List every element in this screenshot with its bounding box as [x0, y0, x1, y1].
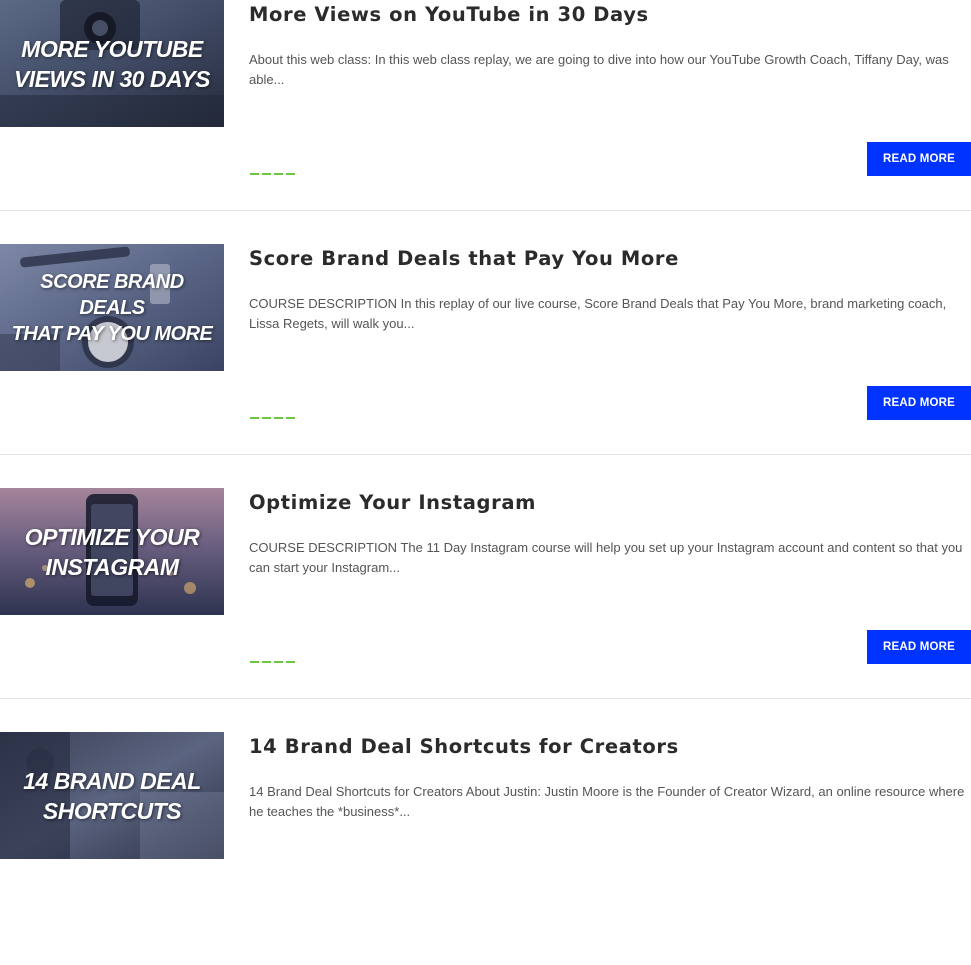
- course-description: COURSE DESCRIPTION The 11 Day Instagram …: [249, 540, 963, 575]
- course-description: About this web class: In this web class …: [249, 52, 949, 87]
- course-card: 14 BRAND DEAL SHORTCUTS 14 Brand Deal Sh…: [0, 721, 971, 965]
- course-description: COURSE DESCRIPTION In this replay of our…: [249, 296, 947, 331]
- divider: [0, 210, 971, 211]
- read-more-button[interactable]: READ MORE: [867, 630, 971, 664]
- thumbnail-title: SCORE BRAND DEALS THAT PAY YOU MORE: [11, 270, 213, 345]
- course-description: 14 Brand Deal Shortcuts for Creators Abo…: [249, 784, 965, 819]
- course-list-page: { "courses": [ { "thumbnail_text": "MORE…: [0, 0, 971, 859]
- course-title[interactable]: 14 Brand Deal Shortcuts for Creators: [249, 735, 679, 758]
- thumbnail-title: OPTIMIZE YOUR INSTAGRAM: [24, 523, 200, 580]
- thumbnail-title: MORE YOUTUBE VIEWS IN 30 DAYS: [13, 35, 211, 92]
- course-card: OPTIMIZE YOUR INSTAGRAM Optimize Your In…: [0, 477, 971, 721]
- divider: [0, 698, 971, 699]
- read-more-button[interactable]: READ MORE: [867, 142, 971, 176]
- read-more-button[interactable]: READ MORE: [867, 386, 971, 420]
- course-card: SCORE BRAND DEALS THAT PAY YOU MORE Scor…: [0, 233, 971, 477]
- course-card: MORE YOUTUBE VIEWS IN 30 DAYS More Views…: [0, 0, 971, 233]
- thumbnail-title: 14 BRAND DEAL SHORTCUTS: [23, 767, 201, 824]
- course-thumbnail[interactable]: MORE YOUTUBE VIEWS IN 30 DAYS: [0, 0, 224, 127]
- accent-dashes: [250, 417, 295, 419]
- course-title[interactable]: Score Brand Deals that Pay You More: [249, 247, 679, 270]
- course-thumbnail[interactable]: 14 BRAND DEAL SHORTCUTS: [0, 732, 224, 859]
- accent-dashes: [250, 661, 295, 663]
- course-title[interactable]: More Views on YouTube in 30 Days: [249, 3, 649, 26]
- divider: [0, 454, 971, 455]
- course-title[interactable]: Optimize Your Instagram: [249, 491, 536, 514]
- accent-dashes: [250, 173, 295, 175]
- course-thumbnail[interactable]: SCORE BRAND DEALS THAT PAY YOU MORE: [0, 244, 224, 371]
- course-thumbnail[interactable]: OPTIMIZE YOUR INSTAGRAM: [0, 488, 224, 615]
